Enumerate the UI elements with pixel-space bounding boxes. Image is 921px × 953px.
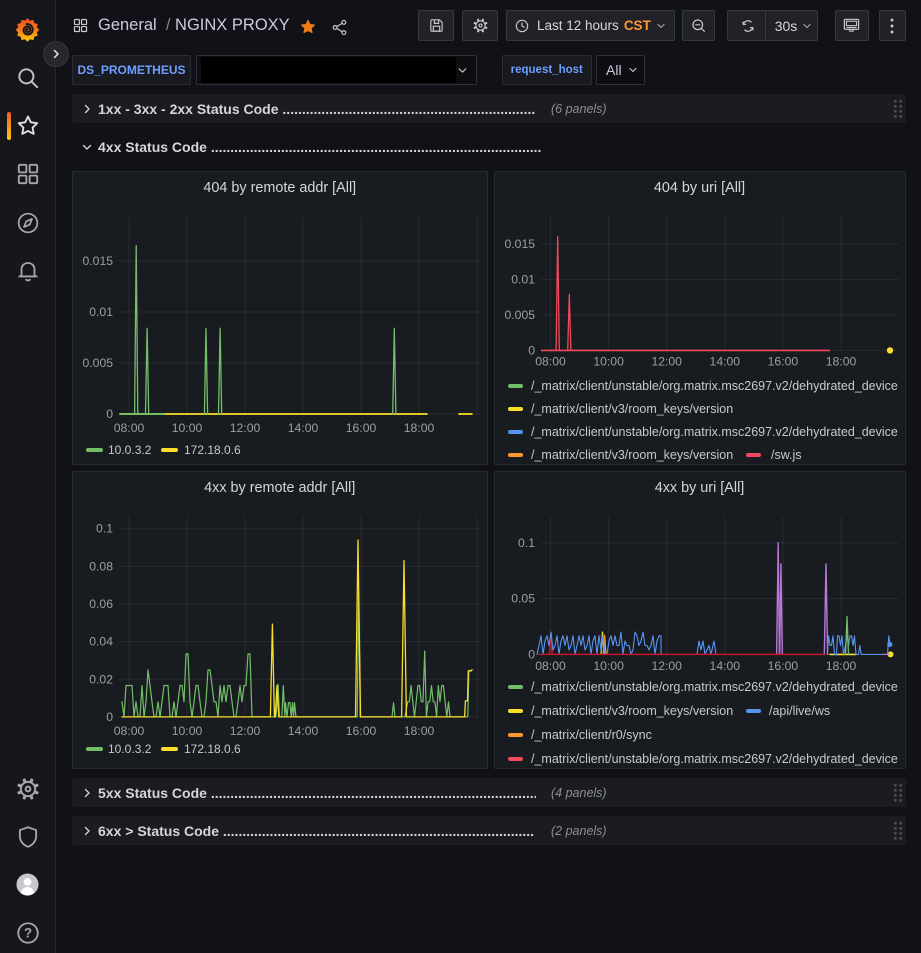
svg-text:14:00: 14:00	[709, 659, 740, 673]
svg-text:18:00: 18:00	[825, 659, 856, 673]
svg-text:16:00: 16:00	[346, 421, 377, 435]
svg-text:12:00: 12:00	[651, 659, 682, 673]
svg-text:18:00: 18:00	[404, 724, 435, 738]
svg-text:12:00: 12:00	[230, 421, 261, 435]
svg-text:18:00: 18:00	[825, 354, 856, 368]
svg-text:10:00: 10:00	[172, 724, 203, 738]
svg-text:12:00: 12:00	[651, 354, 682, 368]
svg-text:14:00: 14:00	[709, 354, 740, 368]
svg-text:/_matrix/client/v3/room_keys/v: /_matrix/client/v3/room_keys/version	[531, 704, 733, 718]
svg-text:0: 0	[528, 343, 535, 357]
svg-text:16:00: 16:00	[346, 724, 377, 738]
svg-text:172.18.0.6: 172.18.0.6	[184, 742, 241, 756]
svg-text:08:00: 08:00	[114, 724, 145, 738]
svg-text:08:00: 08:00	[114, 421, 145, 435]
svg-text:?: ?	[23, 926, 31, 941]
svg-text:08:00: 08:00	[535, 354, 566, 368]
svg-text:08:00: 08:00	[535, 659, 566, 673]
svg-text:/api/live/ws: /api/live/ws	[769, 704, 830, 718]
svg-text:/_matrix/client/r0/sync: /_matrix/client/r0/sync	[531, 728, 652, 742]
svg-text:10:00: 10:00	[593, 354, 624, 368]
svg-text:/sw.js: /sw.js	[771, 448, 802, 462]
svg-text:/_matrix/client/unstable/org.m: /_matrix/client/unstable/org.matrix.msc2…	[531, 752, 898, 766]
svg-text:16:00: 16:00	[767, 659, 798, 673]
svg-text:12:00: 12:00	[230, 724, 261, 738]
svg-text:/_matrix/client/v3/room_keys/v: /_matrix/client/v3/room_keys/version	[531, 402, 733, 416]
svg-text:0.015: 0.015	[504, 236, 535, 250]
svg-text:/_matrix/client/unstable/org.m: /_matrix/client/unstable/org.matrix.msc2…	[531, 680, 898, 694]
svg-text:0: 0	[528, 647, 535, 661]
svg-text:0.1: 0.1	[96, 522, 113, 536]
svg-text:0.015: 0.015	[83, 254, 114, 268]
svg-text:14:00: 14:00	[288, 421, 319, 435]
svg-text:0: 0	[106, 407, 113, 421]
svg-text:0.01: 0.01	[89, 305, 113, 319]
svg-text:18:00: 18:00	[404, 421, 435, 435]
svg-text:10:00: 10:00	[593, 659, 624, 673]
svg-text:10.0.3.2: 10.0.3.2	[108, 742, 152, 756]
svg-text:0.01: 0.01	[511, 272, 535, 286]
svg-text:10:00: 10:00	[172, 421, 203, 435]
svg-text:0: 0	[106, 710, 113, 724]
svg-text:0.005: 0.005	[504, 307, 535, 321]
svg-text:0.02: 0.02	[89, 672, 113, 686]
svg-text:172.18.0.6: 172.18.0.6	[184, 443, 241, 457]
svg-text:0.08: 0.08	[89, 559, 113, 573]
svg-text:14:00: 14:00	[288, 724, 319, 738]
svg-text:/_matrix/client/unstable/org.m: /_matrix/client/unstable/org.matrix.msc2…	[531, 425, 898, 439]
svg-text:0.005: 0.005	[83, 356, 114, 370]
svg-text:10.0.3.2: 10.0.3.2	[108, 443, 152, 457]
svg-text:0.06: 0.06	[89, 597, 113, 611]
svg-text:/_matrix/client/unstable/org.m: /_matrix/client/unstable/org.matrix.msc2…	[531, 379, 898, 393]
svg-text:0.05: 0.05	[511, 592, 535, 606]
svg-text:16:00: 16:00	[767, 354, 798, 368]
svg-text:0.1: 0.1	[518, 536, 535, 550]
svg-text:/_matrix/client/v3/room_keys/v: /_matrix/client/v3/room_keys/version	[531, 448, 733, 462]
svg-text:0.04: 0.04	[89, 635, 113, 649]
